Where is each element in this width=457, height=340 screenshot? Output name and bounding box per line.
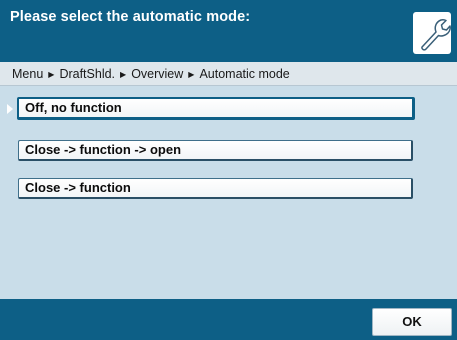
breadcrumb-item: Menu <box>12 67 44 81</box>
triangle-right-icon: ▶ <box>188 70 195 79</box>
option-close-function-open[interactable]: Close -> function -> open <box>18 140 413 161</box>
footer-bar: OK <box>0 299 457 340</box>
wrench-icon <box>421 19 451 51</box>
page-title: Please select the automatic mode: <box>10 9 251 25</box>
breadcrumb-item: Automatic mode <box>199 67 290 81</box>
selection-arrow-icon <box>7 104 13 114</box>
triangle-right-icon: ▶ <box>48 70 55 79</box>
breadcrumb-item: DraftShld. <box>59 67 116 81</box>
option-close-function[interactable]: Close -> function <box>18 178 413 199</box>
option-off-no-function[interactable]: Off, no function <box>17 97 415 120</box>
settings-button[interactable] <box>413 12 451 54</box>
ok-button[interactable]: OK <box>372 308 452 336</box>
breadcrumb: Menu ▶ DraftShld. ▶ Overview ▶ Automatic mode <box>0 62 457 86</box>
breadcrumb-item: Overview <box>131 67 184 81</box>
triangle-right-icon: ▶ <box>120 70 127 79</box>
header-bar: Please select the automatic mode: <box>0 0 457 62</box>
